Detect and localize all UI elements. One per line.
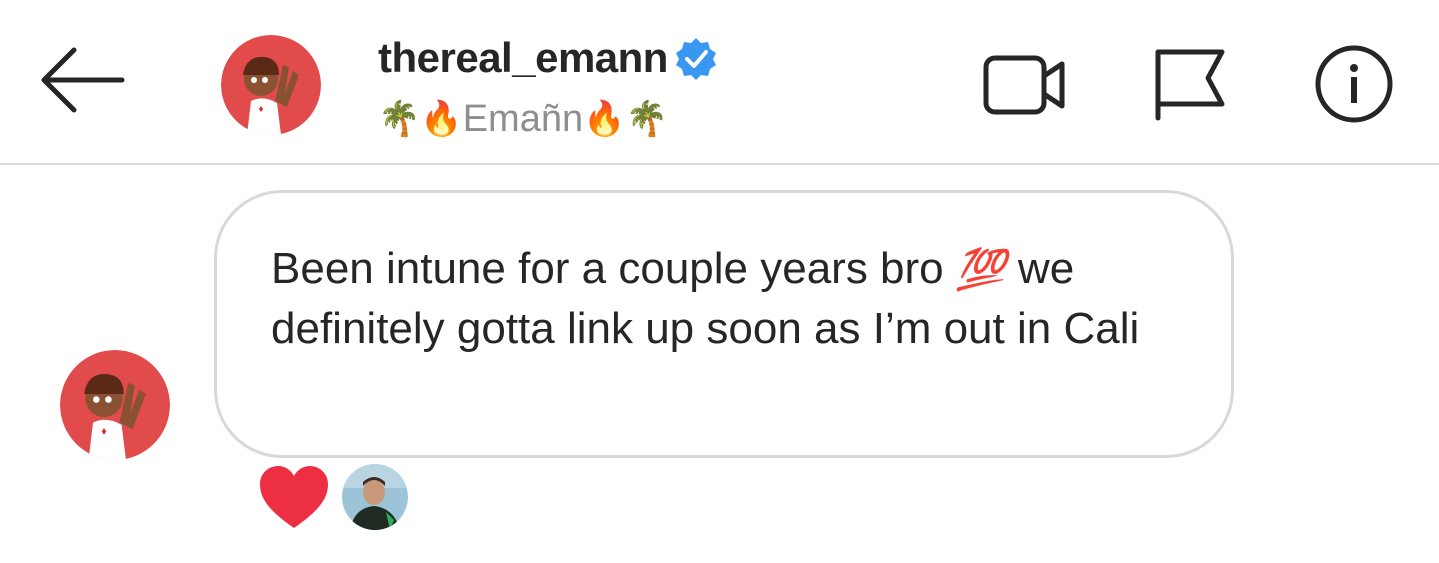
message-text: Been intune for a couple years bro 💯 we … <box>271 239 1179 359</box>
username: thereal_emann <box>378 34 668 81</box>
palm-tree-emoji: 🌴 <box>625 99 668 139</box>
conversation-title[interactable]: thereal_emann 🌴 🔥 Emañn 🔥 🌴 <box>378 30 718 148</box>
info-icon[interactable] <box>1311 44 1397 124</box>
heart-icon <box>260 466 328 528</box>
conversation-header: thereal_emann 🌴 🔥 Emañn 🔥 🌴 <box>0 0 1439 165</box>
message-bubble[interactable]: Been intune for a couple years bro 💯 we … <box>214 190 1234 458</box>
display-name-text: Emañn <box>462 97 584 140</box>
sender-avatar[interactable] <box>60 350 170 460</box>
video-camera-icon[interactable] <box>982 44 1068 124</box>
flag-icon[interactable] <box>1148 44 1234 124</box>
display-name: 🌴 🔥 Emañn 🔥 🌴 <box>378 90 718 148</box>
reactor-avatar[interactable] <box>342 464 408 530</box>
avatar[interactable] <box>221 35 321 135</box>
verified-badge-icon <box>675 38 716 80</box>
hundred-points-emoji: 💯 <box>955 247 1006 293</box>
message-text-part: Been intune for a couple years bro <box>271 244 956 293</box>
fire-emoji: 🔥 <box>420 99 463 139</box>
message-reactions[interactable] <box>258 464 408 530</box>
fire-emoji: 🔥 <box>583 99 626 139</box>
palm-tree-emoji: 🌴 <box>378 99 421 139</box>
arrow-left-icon[interactable] <box>34 40 130 120</box>
